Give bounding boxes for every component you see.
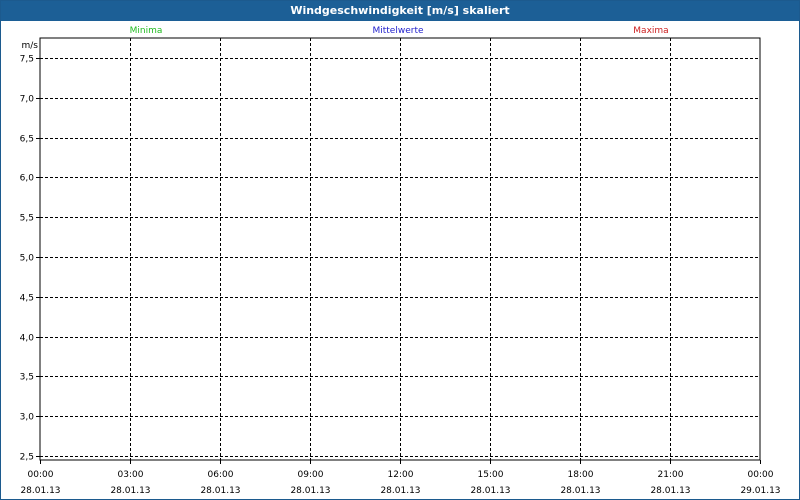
grid [40, 38, 760, 460]
y-tick-label: 5,5 [20, 214, 34, 224]
x-tick-date-label: 28.01.13 [290, 486, 330, 496]
x-tick-time-label: 09:00 [298, 470, 324, 480]
y-tick-label: 7,0 [20, 95, 35, 105]
x-tick-date-label: 28.01.13 [650, 486, 690, 496]
x-tick-date-label: 28.01.13 [200, 486, 240, 496]
chart-svg: 2,5 3,0 3,5 4,0 4,5 5,0 5,5 6,0 6,5 7,0 7,5 00:00 2… [20, 26, 781, 496]
x-tick-date-label: 28.01.13 [20, 486, 60, 496]
x-tick-time-label: 00:00 [28, 470, 54, 480]
x-tick-date-label: 28.01.13 [380, 486, 420, 496]
y-tick-label: 4,5 [20, 294, 34, 304]
legend-entry-mittelwerte: Mittelwerte [372, 26, 423, 36]
y-tick-label: 7,5 [20, 55, 34, 65]
x-tick-time-label: 06:00 [208, 470, 234, 480]
y-axis-label: m/s [22, 41, 39, 51]
x-axis: 00:00 28.01.13 03:00 28.01.13 06:00 28.01.13 0… [20, 460, 781, 496]
x-tick-date-label: 28.01.13 [110, 486, 150, 496]
legend: Minima Mittelwerte Maxima [130, 26, 669, 36]
x-tick-time-label: 21:00 [658, 470, 684, 480]
y-tick-label: 4,0 [20, 334, 35, 344]
x-tick-date-label: 29.01.13 [740, 486, 780, 496]
y-tick-label: 3,5 [20, 373, 34, 383]
legend-entry-maxima: Maxima [633, 26, 668, 36]
x-tick-time-label: 03:00 [118, 470, 144, 480]
y-tick-label: 5,0 [20, 254, 35, 264]
y-tick-label: 6,0 [20, 174, 35, 184]
x-tick-time-label: 12:00 [388, 470, 414, 480]
x-tick-time-label: 18:00 [568, 470, 594, 480]
legend-entry-minima: Minima [130, 26, 163, 36]
x-tick-date-label: 28.01.13 [470, 486, 510, 496]
y-tick-label: 6,5 [20, 135, 34, 145]
y-axis: 2,5 3,0 3,5 4,0 4,5 5,0 5,5 6,0 6,5 7,0 7,5 [20, 55, 40, 463]
x-tick-date-label: 28.01.13 [560, 486, 600, 496]
x-tick-time-label: 00:00 [748, 470, 774, 480]
y-tick-label: 2,5 [20, 453, 34, 463]
x-tick-time-label: 15:00 [478, 470, 504, 480]
y-tick-label: 3,0 [20, 413, 35, 423]
